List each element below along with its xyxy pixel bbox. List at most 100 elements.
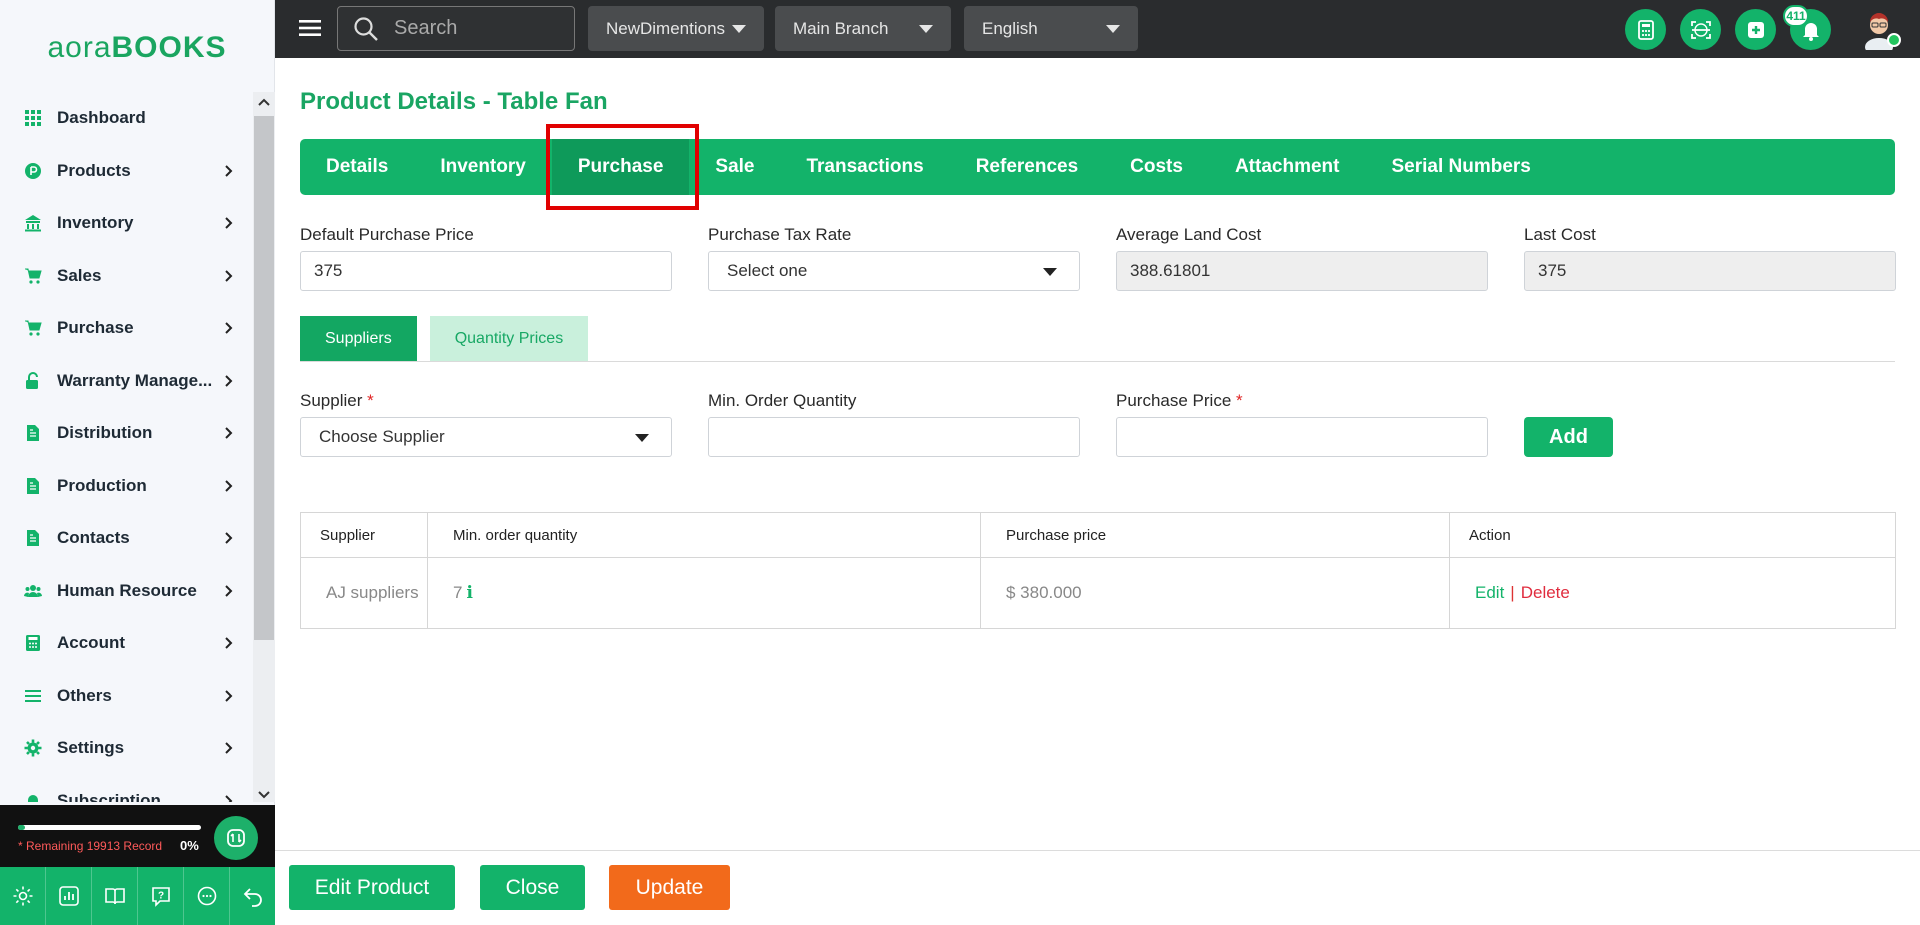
- edit-link[interactable]: Edit: [1475, 583, 1504, 602]
- tab-attachment[interactable]: Attachment: [1209, 139, 1366, 195]
- subtab-suppliers[interactable]: Suppliers: [300, 316, 417, 361]
- sidebar-scrollbar-thumb[interactable]: [254, 116, 274, 640]
- sidebar-item-contacts[interactable]: Contacts: [0, 512, 253, 565]
- purchase-tax-rate-select[interactable]: Select one: [708, 251, 1080, 291]
- tab-references[interactable]: References: [950, 139, 1104, 195]
- chat-shortcut[interactable]: [184, 867, 230, 925]
- sync-button[interactable]: [214, 816, 258, 860]
- chevron-right-icon: [225, 165, 233, 177]
- sidebar-item-warranty-manage[interactable]: Warranty Manage...: [0, 355, 253, 408]
- notification-count-badge: 411: [1783, 5, 1809, 27]
- info-icon[interactable]: i: [466, 583, 472, 603]
- main-content: Product Details - Table Fan Details Inven…: [275, 58, 1920, 850]
- min-order-quantity-input[interactable]: [708, 417, 1080, 457]
- company-select[interactable]: NewDimentions: [588, 6, 764, 51]
- caret-down-icon: [1106, 25, 1120, 33]
- logo-part-2: BOOKS: [111, 31, 227, 64]
- scan-icon: [1690, 20, 1711, 39]
- branch-select[interactable]: Main Branch: [775, 6, 951, 51]
- calculator-button[interactable]: [1625, 9, 1666, 50]
- close-button[interactable]: Close: [480, 865, 585, 910]
- list-icon: [24, 687, 42, 705]
- app-logo[interactable]: aoraBOOKS: [0, 0, 274, 96]
- cart-icon: [24, 319, 42, 337]
- caret-down-icon: [1043, 268, 1057, 276]
- bell-icon: [24, 792, 42, 802]
- scroll-down-icon[interactable]: [258, 790, 270, 800]
- sidebar-item-subscription[interactable]: Subscription: [0, 775, 253, 802]
- quick-add-button[interactable]: [1735, 9, 1776, 50]
- edit-product-button[interactable]: Edit Product: [289, 865, 455, 910]
- update-button[interactable]: Update: [609, 865, 730, 910]
- sidebar-item-distribution[interactable]: Distribution: [0, 407, 253, 460]
- sidebar-item-settings[interactable]: Settings: [0, 722, 253, 775]
- purchase-price-input[interactable]: [1116, 417, 1488, 457]
- tab-details[interactable]: Details: [300, 139, 414, 195]
- sidebar-item-account[interactable]: Account: [0, 617, 253, 670]
- grid-icon: [24, 109, 42, 127]
- search-input[interactable]: [394, 17, 554, 40]
- menu-toggle-icon[interactable]: [299, 18, 321, 38]
- back-shortcut[interactable]: [230, 867, 275, 925]
- sidebar-item-sales[interactable]: Sales: [0, 250, 253, 303]
- reports-shortcut[interactable]: [46, 867, 92, 925]
- logo-part-1: aora: [47, 31, 112, 64]
- plus-square-icon: [1747, 21, 1764, 38]
- supplier-label-text: Supplier: [300, 391, 363, 410]
- sidebar-item-label: Sales: [57, 265, 102, 285]
- language-select[interactable]: English: [964, 6, 1138, 51]
- column-header-action: Action: [1449, 512, 1896, 558]
- sidebar-item-others[interactable]: Others: [0, 670, 253, 723]
- document-icon: [24, 529, 42, 547]
- book-icon: [104, 888, 125, 905]
- sidebar-item-dashboard[interactable]: Dashboard: [0, 92, 253, 145]
- search-box[interactable]: [337, 6, 575, 51]
- tab-costs[interactable]: Costs: [1104, 139, 1209, 195]
- delete-link[interactable]: Delete: [1521, 583, 1570, 602]
- scan-button[interactable]: [1680, 9, 1721, 50]
- tab-transactions[interactable]: Transactions: [780, 139, 949, 195]
- guide-shortcut[interactable]: [92, 867, 138, 925]
- purchase-price-label: Purchase Price *: [1116, 391, 1243, 411]
- cell-supplier: AJ suppliers: [300, 557, 428, 629]
- sidebar-item-label: Products: [57, 160, 131, 180]
- scroll-up-icon[interactable]: [258, 97, 270, 107]
- chevron-right-icon: [225, 217, 233, 229]
- unlock-icon: [24, 371, 42, 390]
- calculator-icon: [24, 634, 42, 652]
- sidebar-item-purchase[interactable]: Purchase: [0, 302, 253, 355]
- page-title: Product Details - Table Fan: [300, 88, 608, 115]
- sidebar-item-label: Settings: [57, 738, 125, 758]
- sidebar-item-human-resource[interactable]: Human Resource: [0, 565, 253, 618]
- chevron-right-icon: [225, 532, 233, 544]
- required-mark: *: [1236, 391, 1243, 410]
- sidebar-item-inventory[interactable]: Inventory: [0, 197, 253, 250]
- required-mark: *: [367, 391, 374, 410]
- tab-sale[interactable]: Sale: [689, 139, 780, 195]
- help-shortcut[interactable]: ?: [138, 867, 184, 925]
- sidebar-item-label: Purchase: [57, 318, 134, 338]
- sidebar-item-production[interactable]: Production: [0, 460, 253, 513]
- table-row: AJ suppliers 7i $ 380.000 Edit | Delete: [300, 557, 1896, 629]
- tab-serial-numbers[interactable]: Serial Numbers: [1365, 139, 1556, 195]
- chevron-right-icon: [225, 795, 233, 802]
- usage-percent: 0%: [180, 838, 199, 853]
- default-purchase-price-input[interactable]: 375: [300, 251, 672, 291]
- document-icon: [24, 424, 42, 442]
- supplier-select[interactable]: Choose Supplier: [300, 417, 672, 457]
- subtab-divider: [300, 361, 1895, 362]
- sidebar-item-label: Human Resource: [57, 580, 197, 600]
- table-header-row: Supplier Min. order quantity Purchase pr…: [300, 512, 1896, 558]
- add-supplier-button[interactable]: Add: [1524, 417, 1613, 457]
- suppliers-table: Supplier Min. order quantity Purchase pr…: [300, 512, 1896, 629]
- chart-icon: [58, 886, 79, 906]
- online-status-dot: [1887, 33, 1901, 47]
- undo-icon: [243, 888, 262, 907]
- sidebar-item-products[interactable]: Products: [0, 145, 253, 198]
- subtab-quantity-prices[interactable]: Quantity Prices: [429, 316, 589, 361]
- cart-icon: [24, 267, 42, 285]
- min-order-quantity-label: Min. Order Quantity: [708, 391, 857, 410]
- tab-inventory[interactable]: Inventory: [414, 139, 552, 195]
- settings-shortcut[interactable]: [0, 867, 46, 925]
- supplier-label: Supplier *: [300, 391, 374, 411]
